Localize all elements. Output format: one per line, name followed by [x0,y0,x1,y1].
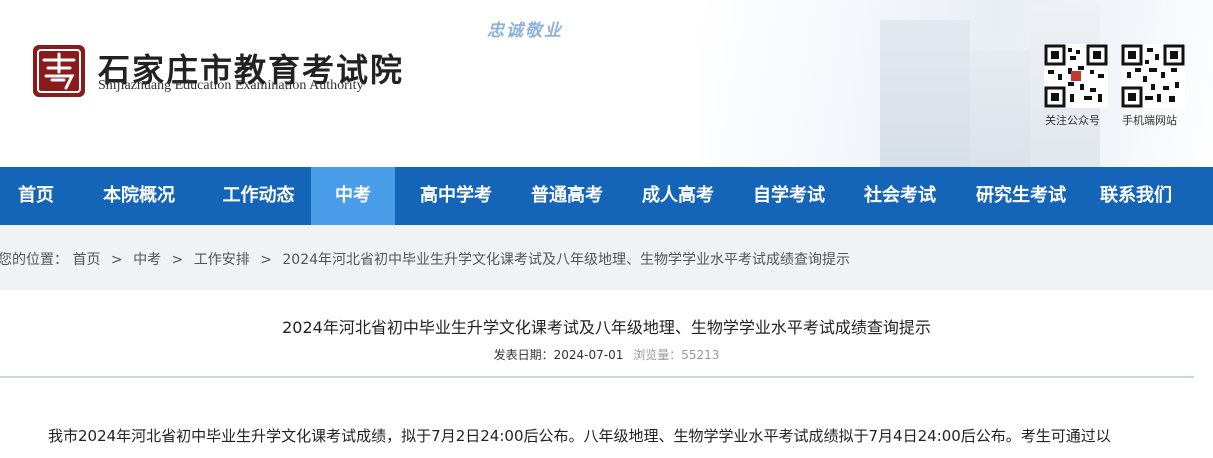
breadcrumb-separator: > [260,252,272,268]
breadcrumb-item-home[interactable]: 首页 [72,252,100,268]
article-body-paragraph: 我市2024年河北省初中毕业生升学文化课考试成绩，拟于7月2日24:00后公布。… [48,427,1111,445]
nav-item-social-exam[interactable]: 社会考试 [839,167,961,225]
site-header: 忠诚敬业 石家庄市教育考试院 Shijiazhuang Education Ex… [0,0,1213,167]
article-title: 2024年河北省初中毕业生升学文化课考试及八年级地理、生物学学业水平考试成绩查询… [282,318,931,337]
building-decoration [970,50,1030,167]
date-label: 发表日期： [493,348,554,362]
nav-item-home[interactable]: 首页 [0,167,72,225]
building-decoration [880,20,970,167]
nav-item-gaokao[interactable]: 普通高考 [517,167,617,225]
article-meta: 发表日期：2024-07-01 浏览量：55213 [0,346,1213,363]
nav-item-adult-exam[interactable]: 成人高考 [617,167,739,225]
breadcrumb: 您的位置： 首页 > 中考 > 工作安排 > 2024年河北省初中毕业生升学文化… [0,225,1213,290]
nav-item-gaozhong-xuekao[interactable]: 高中学考 [395,167,517,225]
breadcrumb-item-zhongkao[interactable]: 中考 [133,252,161,268]
nav-item-about[interactable]: 本院概况 [72,167,206,225]
header-slogan: 忠诚敬业 [487,21,563,41]
breadcrumb-item-work-arrangement[interactable]: 工作安排 [194,252,250,268]
nav-item-contact[interactable]: 联系我们 [1081,167,1191,225]
qr-label: 手机端网站 [1122,114,1177,127]
wechat-qr-icon [1044,44,1108,108]
breadcrumb-item-current: 2024年河北省初中毕业生升学文化课考试及八年级地理、生物学学业水平考试成绩查询… [282,252,851,268]
breadcrumb-separator: > [110,252,123,268]
nav-item-news[interactable]: 工作动态 [206,167,311,225]
publish-date: 2024-07-01 [553,348,624,362]
qr-label: 关注公众号 [1045,114,1100,127]
site-logo-icon[interactable] [30,42,88,100]
main-nav: 首页 本院概况 工作动态 中考 高中学考 普通高考 成人高考 自学考试 社会考试… [0,167,1213,225]
views-label: 浏览量： [633,348,682,362]
nav-item-self-study-exam[interactable]: 自学考试 [739,167,839,225]
breadcrumb-prefix: 您的位置： [0,252,68,268]
mobile-site-qr-icon [1121,44,1185,108]
divider [0,376,1194,378]
nav-item-graduate-exam[interactable]: 研究生考试 [961,167,1081,225]
site-subtitle: Shijiazhuang Education Examination Autho… [98,78,364,93]
view-count: 55213 [681,348,720,362]
nav-item-zhongkao[interactable]: 中考 [311,167,395,225]
breadcrumb-separator: > [171,252,184,268]
